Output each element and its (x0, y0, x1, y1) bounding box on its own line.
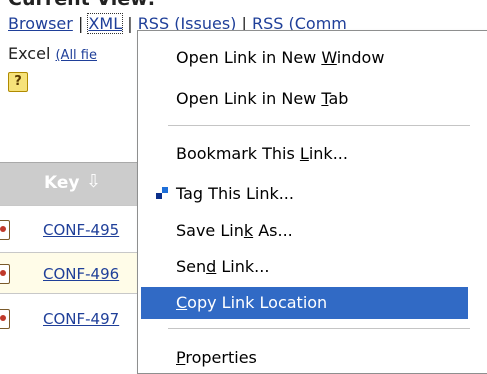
sort-arrow-icon[interactable]: ⇩ (86, 171, 101, 192)
excel-label: Excel (8, 44, 51, 63)
menu-item-label: Tag This Link... (176, 184, 294, 203)
menu-separator (168, 328, 470, 329)
menu-item-label: As... (253, 221, 293, 240)
current-view-heading: Current View: (8, 0, 155, 10)
menu-item-label: Open Link in New (176, 48, 322, 67)
issue-type-icon (0, 220, 10, 240)
menu-item-copy-link-location[interactable]: Copy Link Location (141, 287, 468, 319)
access-key: C (176, 293, 188, 312)
access-key: d (206, 257, 217, 276)
menu-separator (168, 125, 470, 126)
menu-item-send-link[interactable]: Send Link... (138, 251, 470, 283)
help-icon[interactable]: ? (8, 72, 28, 92)
issue-type-icon (0, 264, 10, 284)
menu-item-label: Link... (216, 257, 270, 276)
access-key: k (243, 221, 254, 240)
menu-item-label: Open Link in New (176, 89, 322, 108)
separator: | (77, 14, 84, 33)
issue-key-link[interactable]: CONF-496 (43, 265, 119, 283)
menu-item-label: roperties (185, 348, 257, 367)
excel-all-fields-link[interactable]: (All fie (55, 48, 97, 63)
excel-view-line: Excel (All fie (8, 44, 97, 63)
issue-key-link[interactable]: CONF-495 (43, 221, 119, 239)
menu-item-properties[interactable]: Properties (138, 342, 470, 374)
menu-item-open-new-window[interactable]: Open Link in New Window (138, 42, 470, 74)
key-column-header[interactable]: Key (44, 173, 80, 193)
context-menu: Open Link in New Window Open Link in New… (137, 30, 487, 374)
issue-type-icon (0, 309, 10, 329)
menu-item-label: Save Lin (176, 221, 244, 240)
xml-view-link[interactable]: XML (87, 13, 124, 34)
access-key: W (321, 48, 337, 67)
separator: | (127, 14, 133, 33)
menu-item-label: ab (328, 89, 349, 108)
access-key: L (299, 144, 309, 163)
menu-item-bookmark-link[interactable]: Bookmark This Link... (138, 138, 470, 170)
browser-view-link[interactable]: Browser (8, 14, 73, 33)
menu-item-open-new-tab[interactable]: Open Link in New Tab (138, 83, 470, 115)
menu-item-label: ink... (308, 144, 348, 163)
tag-icon (156, 187, 170, 201)
menu-item-tag-link[interactable]: Tag This Link... (138, 178, 470, 210)
menu-item-label: Bookmark This (176, 144, 300, 163)
menu-item-save-link-as[interactable]: Save Link As... (138, 215, 470, 247)
access-key: P (176, 348, 186, 367)
issue-key-link[interactable]: CONF-497 (43, 310, 119, 328)
menu-item-label: indow (336, 48, 385, 67)
menu-item-label: Sen (176, 257, 207, 276)
menu-item-label: opy Link Location (187, 293, 328, 312)
